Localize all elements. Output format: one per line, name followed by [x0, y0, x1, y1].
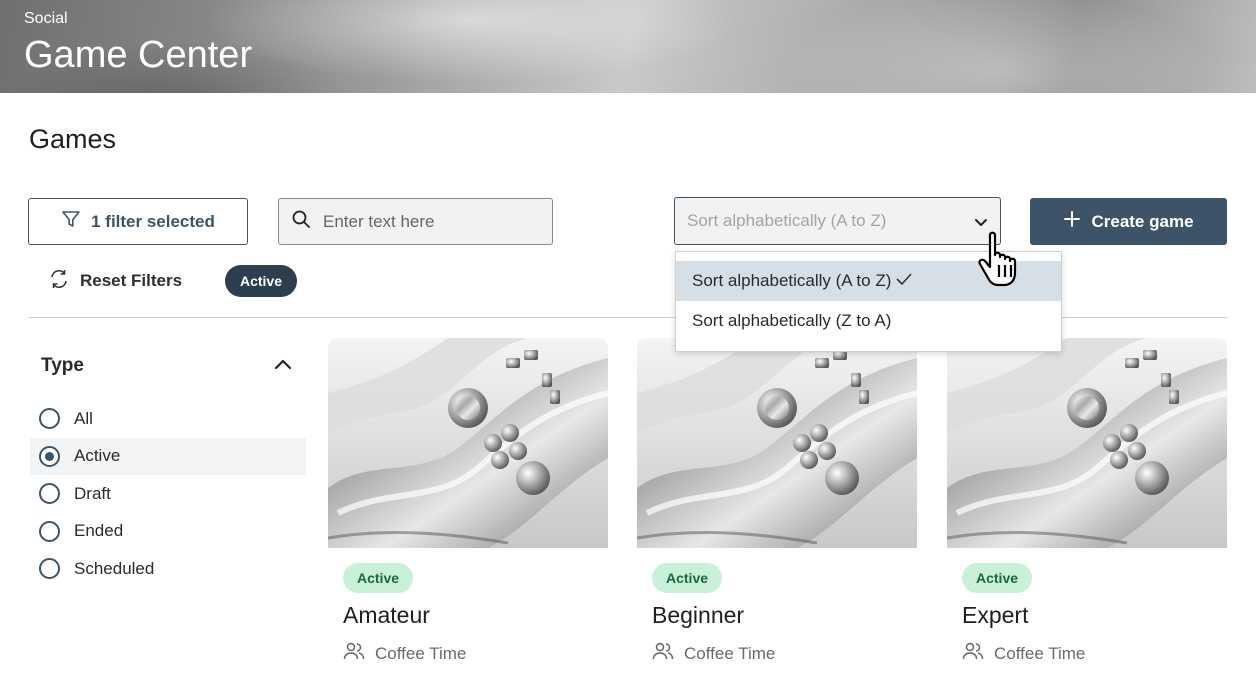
type-radio-group: All Active Draft Ended Scheduled [30, 400, 306, 588]
type-filter-title: Type [41, 355, 84, 376]
filter-icon [61, 209, 81, 234]
refresh-icon [48, 268, 70, 295]
radio-button[interactable] [39, 408, 60, 430]
page-title: Games [29, 124, 117, 154]
status-badge: Active [343, 563, 414, 593]
radio-label: All [74, 408, 93, 428]
status-badge: Active [652, 563, 723, 593]
header-banner: Social Game Center [0, 0, 1256, 93]
reset-filters-label: Reset Filters [80, 271, 183, 290]
game-card-meta: Coffee Time [343, 641, 466, 666]
users-icon [343, 641, 365, 666]
search-field[interactable] [278, 198, 553, 245]
sort-select[interactable]: Sort alphabetically (A to Z) [674, 197, 1001, 245]
game-card-title: Amateur [343, 602, 430, 628]
plus-icon [1063, 210, 1081, 233]
filter-button[interactable]: 1 filter selected [28, 198, 248, 245]
reset-filters-button[interactable]: Reset Filters [48, 266, 182, 296]
active-filter-chip[interactable]: Active [225, 265, 297, 297]
create-game-label: Create game [1091, 211, 1194, 231]
game-card-group: Coffee Time [375, 643, 467, 663]
create-game-button[interactable]: Create game [1030, 198, 1227, 245]
game-card-image [637, 338, 917, 548]
search-icon [291, 209, 311, 234]
game-card-group: Coffee Time [684, 643, 776, 663]
users-icon [652, 641, 674, 666]
game-card-image [328, 338, 608, 548]
sort-option-z-to-a[interactable]: Sort alphabetically (Z to A) [676, 301, 1061, 341]
banner-title: Game Center [24, 34, 253, 76]
type-option-draft[interactable]: Draft [30, 475, 306, 513]
type-option-active[interactable]: Active [30, 437, 306, 475]
sort-select-value: Sort alphabetically (A to Z) [687, 211, 887, 230]
pointer-hand-icon [976, 229, 1032, 294]
search-input[interactable] [323, 211, 533, 232]
filter-button-label: 1 filter selected [91, 211, 215, 231]
type-option-ended[interactable]: Ended [30, 513, 306, 551]
game-card[interactable]: Active Beginner Coffee Time [637, 338, 917, 678]
status-badge: Active [962, 563, 1033, 593]
radio-label: Ended [74, 521, 124, 541]
radio-label: Scheduled [74, 558, 155, 578]
chevron-up-icon[interactable] [273, 357, 293, 376]
users-icon [962, 641, 984, 666]
radio-button[interactable] [39, 558, 60, 580]
radio-label: Active [74, 446, 121, 466]
sort-option-label: Sort alphabetically (Z to A) [692, 311, 892, 330]
game-card-meta: Coffee Time [962, 641, 1085, 666]
game-card-group: Coffee Time [994, 643, 1086, 663]
game-card-title: Expert [962, 602, 1029, 628]
game-card-image [947, 338, 1227, 548]
sort-option-label: Sort alphabetically (A to Z) [692, 271, 892, 290]
type-option-scheduled[interactable]: Scheduled [30, 550, 306, 588]
radio-button[interactable] [39, 445, 60, 467]
checkmark-icon [895, 271, 913, 291]
type-filter-header[interactable]: Type [41, 353, 293, 379]
game-card-meta: Coffee Time [652, 641, 775, 666]
banner-subtitle: Social [24, 10, 68, 27]
game-card-title: Beginner [652, 602, 745, 628]
radio-label: Draft [74, 483, 111, 503]
type-option-all[interactable]: All [30, 400, 306, 438]
game-card[interactable]: Active Amateur Coffee Time [328, 338, 608, 678]
radio-button[interactable] [39, 520, 60, 542]
game-card[interactable]: Active Expert Coffee Time [947, 338, 1227, 678]
radio-button[interactable] [39, 483, 60, 505]
